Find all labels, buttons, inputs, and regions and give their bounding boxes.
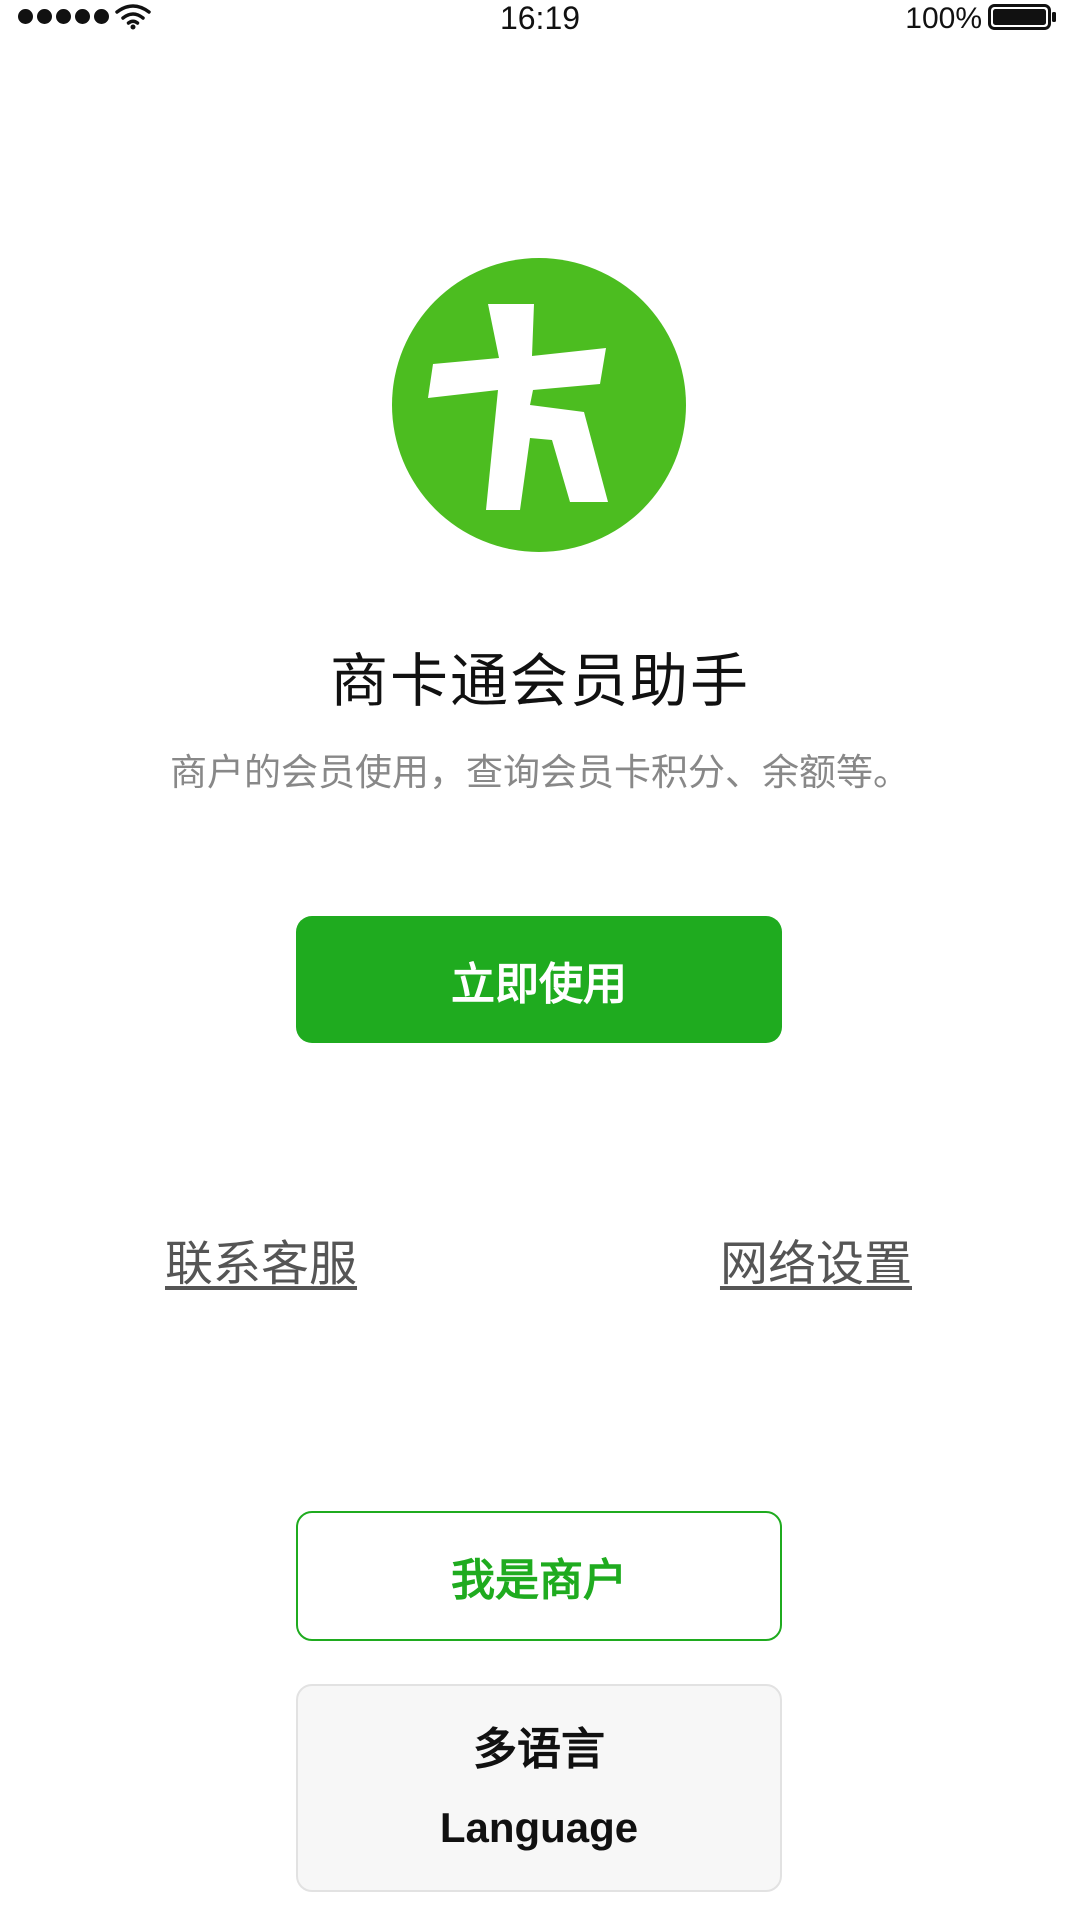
app-title: 商卡通会员助手 (329, 647, 750, 715)
battery-full-icon (988, 4, 1056, 30)
status-bar: 16:19 100% (0, 0, 1080, 40)
app-subtitle: 商户的会员使用，查询会员卡积分、余额等。 (170, 751, 910, 794)
language-button[interactable]: 多语言 Language (296, 1684, 782, 1892)
language-label-en: Language (439, 1804, 639, 1851)
battery-percent: 100% (905, 2, 982, 35)
card-logo-icon (392, 258, 686, 552)
start-using-button[interactable]: 立即使用 (296, 916, 782, 1043)
merchant-button[interactable]: 我是商户 (296, 1511, 782, 1641)
language-label-zh: 多语言 (473, 1724, 605, 1775)
network-settings-link[interactable]: 网络设置 (720, 1234, 912, 1294)
contact-support-link[interactable]: 联系客服 (165, 1234, 357, 1294)
